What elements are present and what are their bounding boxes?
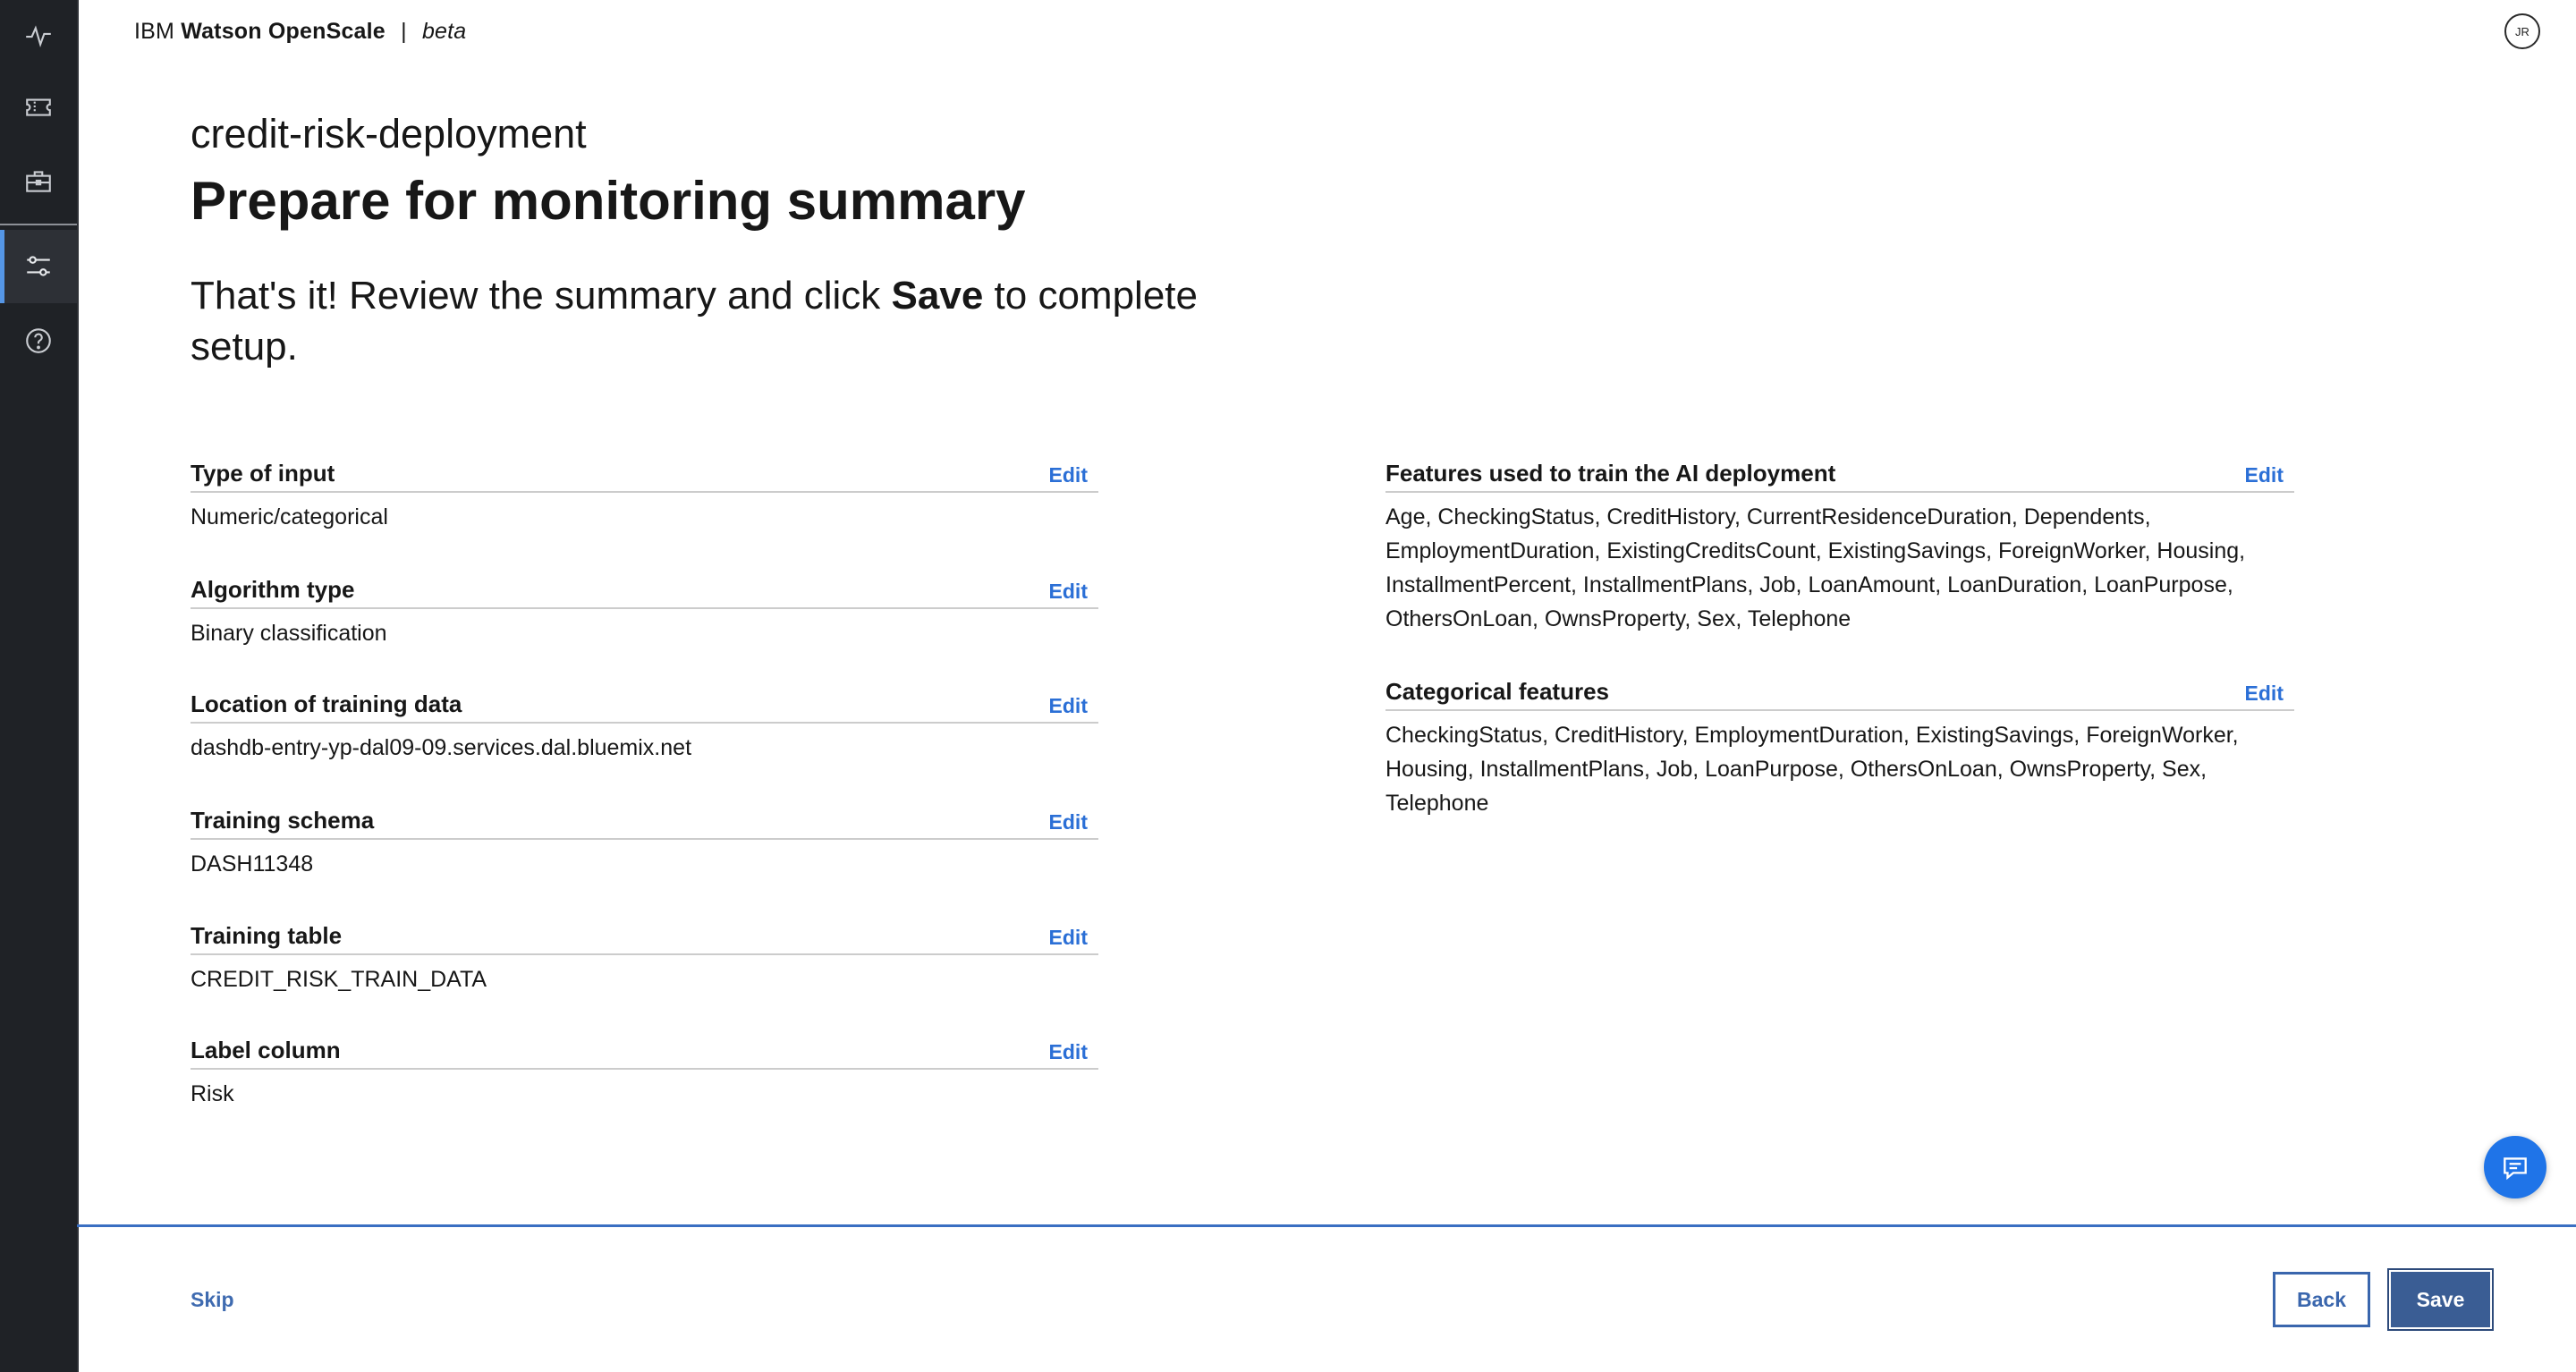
edit-training-schema-link[interactable]: Edit	[1049, 810, 1098, 834]
section-label: Categorical features	[1385, 678, 1609, 705]
sidebar-item-activity[interactable]	[0, 0, 77, 72]
edit-categorical-features-link[interactable]: Edit	[2245, 682, 2294, 706]
section-training-data-location: Location of training data Edit dashdb-ent…	[191, 690, 1098, 765]
sidebar-item-tickets[interactable]	[0, 72, 77, 143]
briefcase-icon	[26, 171, 51, 192]
user-avatar[interactable]: JR	[2504, 13, 2540, 49]
edit-label-column-link[interactable]: Edit	[1049, 1040, 1098, 1064]
section-label: Type of input	[191, 460, 335, 487]
intro-save-emphasis: Save	[891, 274, 984, 318]
section-value: dashdb-entry-yp-dal09-09.services.dal.bl…	[191, 735, 692, 760]
beta-badge: beta	[421, 19, 467, 44]
section-label: Label column	[191, 1037, 341, 1063]
left-sidebar	[0, 0, 79, 1372]
section-label: Location of training data	[191, 690, 462, 717]
section-training-schema: Training schema Edit DASH11348	[191, 807, 1098, 881]
app-brand: IBM Watson OpenScale | beta	[134, 19, 466, 45]
edit-training-features-link[interactable]: Edit	[2245, 463, 2294, 487]
edit-training-table-link[interactable]: Edit	[1049, 926, 1098, 950]
section-value: Risk	[191, 1081, 234, 1106]
sidebar-item-help[interactable]	[0, 305, 77, 377]
save-button[interactable]: Save	[2387, 1268, 2494, 1331]
sidebar-divider	[0, 224, 77, 225]
section-label: Features used to train the AI deployment	[1385, 460, 1836, 487]
section-label-column: Label column Edit Risk	[191, 1037, 1098, 1111]
intro-text: That's it! Review the summary and click …	[191, 270, 1291, 372]
page-title: Prepare for monitoring summary	[191, 171, 1026, 231]
section-value: CREDIT_RISK_TRAIN_DATA	[191, 967, 487, 992]
section-training-table: Training table Edit CREDIT_RISK_TRAIN_DAT…	[191, 922, 1098, 996]
brand-product: Watson OpenScale	[181, 19, 386, 44]
footer-divider	[77, 1224, 2576, 1227]
section-value: Binary classification	[191, 621, 387, 646]
section-value: DASH11348	[191, 851, 314, 877]
edit-type-of-input-link[interactable]: Edit	[1049, 463, 1098, 487]
edit-training-data-location-link[interactable]: Edit	[1049, 694, 1098, 718]
edit-algorithm-type-link[interactable]: Edit	[1049, 580, 1098, 604]
sidebar-item-configure[interactable]	[0, 230, 77, 303]
chat-icon	[2504, 1157, 2527, 1181]
chat-button[interactable]	[2484, 1136, 2546, 1198]
brand-ibm: IBM	[134, 19, 175, 44]
sidebar-item-portfolio[interactable]	[0, 146, 77, 217]
settings-sliders-icon	[27, 256, 50, 276]
section-label: Training table	[191, 922, 343, 949]
section-value: CheckingStatus, CreditHistory, Employmen…	[1385, 723, 2239, 816]
skip-link[interactable]: Skip	[191, 1288, 234, 1312]
deployment-name: credit-risk-deployment	[191, 111, 587, 157]
help-icon	[26, 328, 51, 353]
ticket-icon	[26, 98, 51, 116]
section-label: Training schema	[191, 807, 375, 834]
section-value: Age, CheckingStatus, CreditHistory, Curr…	[1385, 504, 2246, 631]
section-training-features: Features used to train the AI deployment…	[1385, 460, 2294, 636]
section-categorical-features: Categorical features Edit CheckingStatus,…	[1385, 678, 2294, 820]
section-label: Algorithm type	[191, 576, 355, 603]
brand-separator: |	[401, 19, 407, 44]
section-value: Numeric/categorical	[191, 504, 388, 529]
section-algorithm-type: Algorithm type Edit Binary classification	[191, 576, 1098, 650]
intro-text-start: That's it! Review the summary and click	[191, 274, 892, 318]
section-type-of-input: Type of input Edit Numeric/categorical	[191, 460, 1098, 534]
back-button[interactable]: Back	[2273, 1272, 2370, 1327]
activity-icon	[26, 25, 51, 47]
